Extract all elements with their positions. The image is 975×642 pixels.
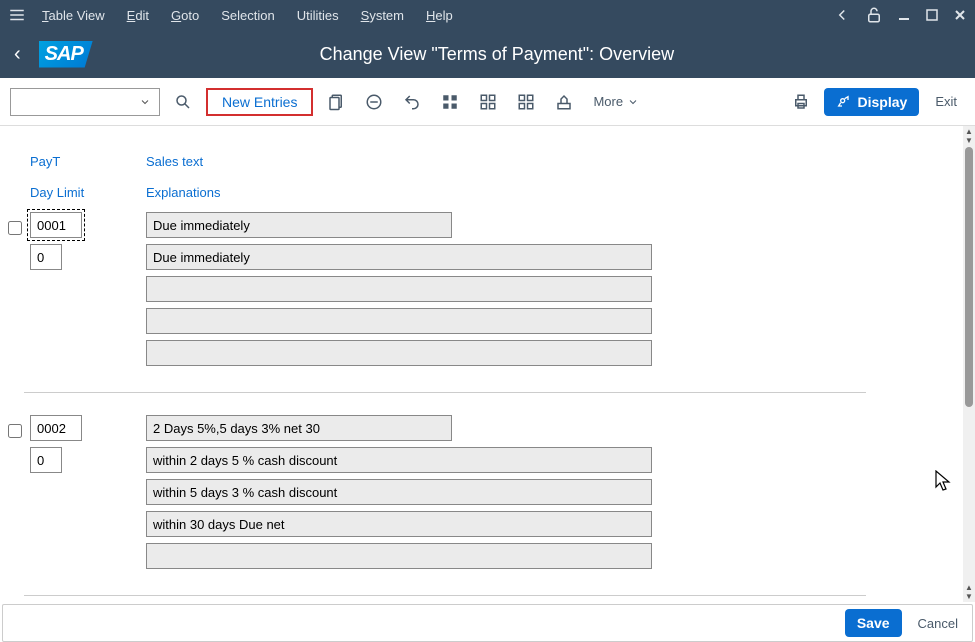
command-field[interactable] xyxy=(10,88,160,116)
menu-utilities[interactable]: Utilities xyxy=(297,8,339,23)
back-icon[interactable]: ‹ xyxy=(14,43,21,66)
menu-edit[interactable]: Edit xyxy=(127,8,149,23)
print-icon[interactable] xyxy=(786,87,816,117)
menu-selection[interactable]: Selection xyxy=(221,8,274,23)
scroll-down-icon[interactable]: ▼ xyxy=(965,592,973,601)
footer-bar: Save Cancel xyxy=(2,604,973,642)
content-area: PayT Sales text Day Limit Explanations xyxy=(0,126,963,602)
save-button[interactable]: Save xyxy=(845,609,902,637)
copy-as-icon[interactable] xyxy=(321,87,351,117)
sales-text-field[interactable] xyxy=(146,212,452,238)
header-sales-text: Sales text xyxy=(146,146,666,177)
display-button[interactable]: Display xyxy=(824,88,920,116)
header-day-limit: Day Limit xyxy=(30,177,146,208)
maximize-icon[interactable] xyxy=(925,8,939,22)
menu-icon[interactable] xyxy=(8,6,26,24)
select-all-icon[interactable] xyxy=(435,87,465,117)
explanation-field[interactable] xyxy=(146,511,652,537)
select-block-icon[interactable] xyxy=(473,87,503,117)
scroll-thumb[interactable] xyxy=(965,147,973,407)
close-icon[interactable] xyxy=(953,8,967,22)
more-button[interactable]: More xyxy=(587,94,645,109)
payt-field[interactable] xyxy=(30,415,82,441)
lock-open-icon[interactable] xyxy=(865,6,883,24)
delete-icon[interactable] xyxy=(359,87,389,117)
row-checkbox[interactable] xyxy=(8,424,22,438)
menu-bar: Table View Edit Goto Selection Utilities… xyxy=(0,0,975,30)
day-limit-field[interactable] xyxy=(30,244,62,270)
explanation-field[interactable] xyxy=(146,447,652,473)
cancel-button[interactable]: Cancel xyxy=(918,616,958,631)
title-bar: ‹ SAP Change View "Terms of Payment": Ov… xyxy=(0,30,975,78)
menu-table-view[interactable]: Table View xyxy=(42,8,105,23)
scroll-up-icon[interactable]: ▲ xyxy=(965,583,973,592)
divider xyxy=(24,595,866,596)
explanation-field[interactable] xyxy=(146,276,652,302)
deselect-all-icon[interactable] xyxy=(511,87,541,117)
find-icon[interactable] xyxy=(168,87,198,117)
sap-logo: SAP xyxy=(39,41,93,68)
payt-field[interactable] xyxy=(30,212,82,238)
undo-icon[interactable] xyxy=(397,87,427,117)
exit-button[interactable]: Exit xyxy=(927,94,965,109)
page-title: Change View "Terms of Payment": Overview xyxy=(113,44,961,65)
scroll-up-icon[interactable]: ▲ xyxy=(965,127,973,136)
vertical-scrollbar[interactable]: ▲ ▼ ▲ ▼ xyxy=(963,126,975,602)
sales-text-field[interactable] xyxy=(146,415,452,441)
menu-goto[interactable]: Goto xyxy=(171,8,199,23)
menu-help[interactable]: Help xyxy=(426,8,453,23)
new-entries-button[interactable]: New Entries xyxy=(206,88,313,116)
row-checkbox[interactable] xyxy=(8,221,22,235)
explanation-field[interactable] xyxy=(146,543,652,569)
day-limit-field[interactable] xyxy=(30,447,62,473)
header-explanations: Explanations xyxy=(146,177,666,208)
menu-system[interactable]: System xyxy=(361,8,404,23)
explanation-field[interactable] xyxy=(146,308,652,334)
minimize-icon[interactable] xyxy=(897,8,911,22)
configuration-icon[interactable] xyxy=(549,87,579,117)
divider xyxy=(24,392,866,393)
explanation-field[interactable] xyxy=(146,244,652,270)
explanation-field[interactable] xyxy=(146,479,652,505)
prev-icon[interactable] xyxy=(833,6,851,24)
toolbar: New Entries More Display Exit xyxy=(0,78,975,126)
explanation-field[interactable] xyxy=(146,340,652,366)
scroll-down-icon[interactable]: ▼ xyxy=(965,136,973,145)
header-payt: PayT xyxy=(30,146,146,177)
